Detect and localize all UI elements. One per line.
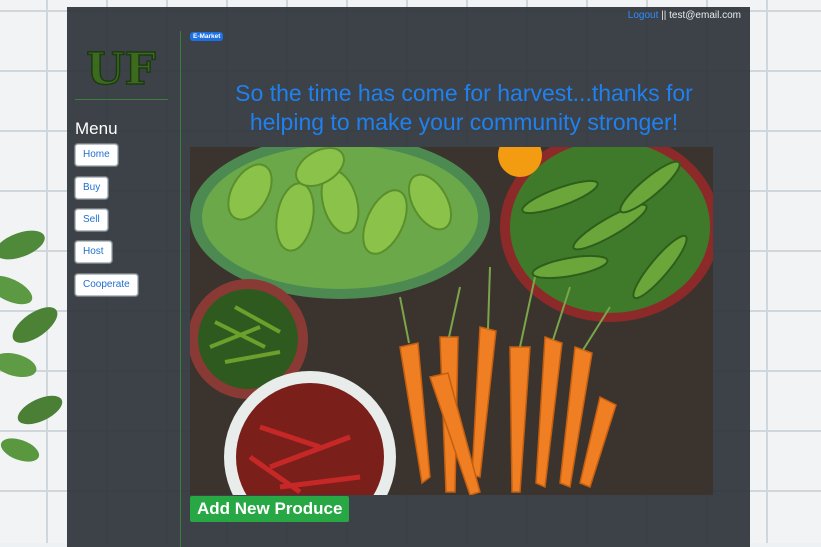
brand-badge[interactable]: E-Market <box>190 32 224 41</box>
user-email: test@email.com <box>669 10 741 21</box>
add-new-produce-button[interactable]: Add New Produce <box>190 496 350 522</box>
harvest-produce-image <box>190 147 713 495</box>
menu-item-host[interactable]: Host <box>75 241 112 263</box>
logo-text: UF <box>86 44 156 95</box>
menu-item-cooperate[interactable]: Cooperate <box>75 274 138 296</box>
headline-line-2: helping to make your community stronger! <box>249 109 679 135</box>
logout-link[interactable]: Logout <box>628 10 659 21</box>
separator: || <box>661 10 667 21</box>
uf-logo-icon: UF <box>85 43 156 96</box>
logo[interactable]: UF <box>75 37 168 100</box>
menu-item-home[interactable]: Home <box>75 144 118 166</box>
main-panel: Logout || test@email.com UF Menu Home Bu… <box>67 7 750 547</box>
produce-illustration <box>190 147 713 495</box>
page-headline: So the time has come for harvest...thank… <box>214 79 714 137</box>
menu-title: Menu <box>75 119 118 138</box>
menu-item-sell[interactable]: Sell <box>75 209 108 231</box>
user-bar: Logout || test@email.com <box>628 10 741 21</box>
sidebar: UF Menu Home Buy Sell Host Cooperate <box>67 31 181 547</box>
menu-item-buy[interactable]: Buy <box>75 177 109 199</box>
headline-line-1: So the time has come for harvest...thank… <box>235 80 693 106</box>
